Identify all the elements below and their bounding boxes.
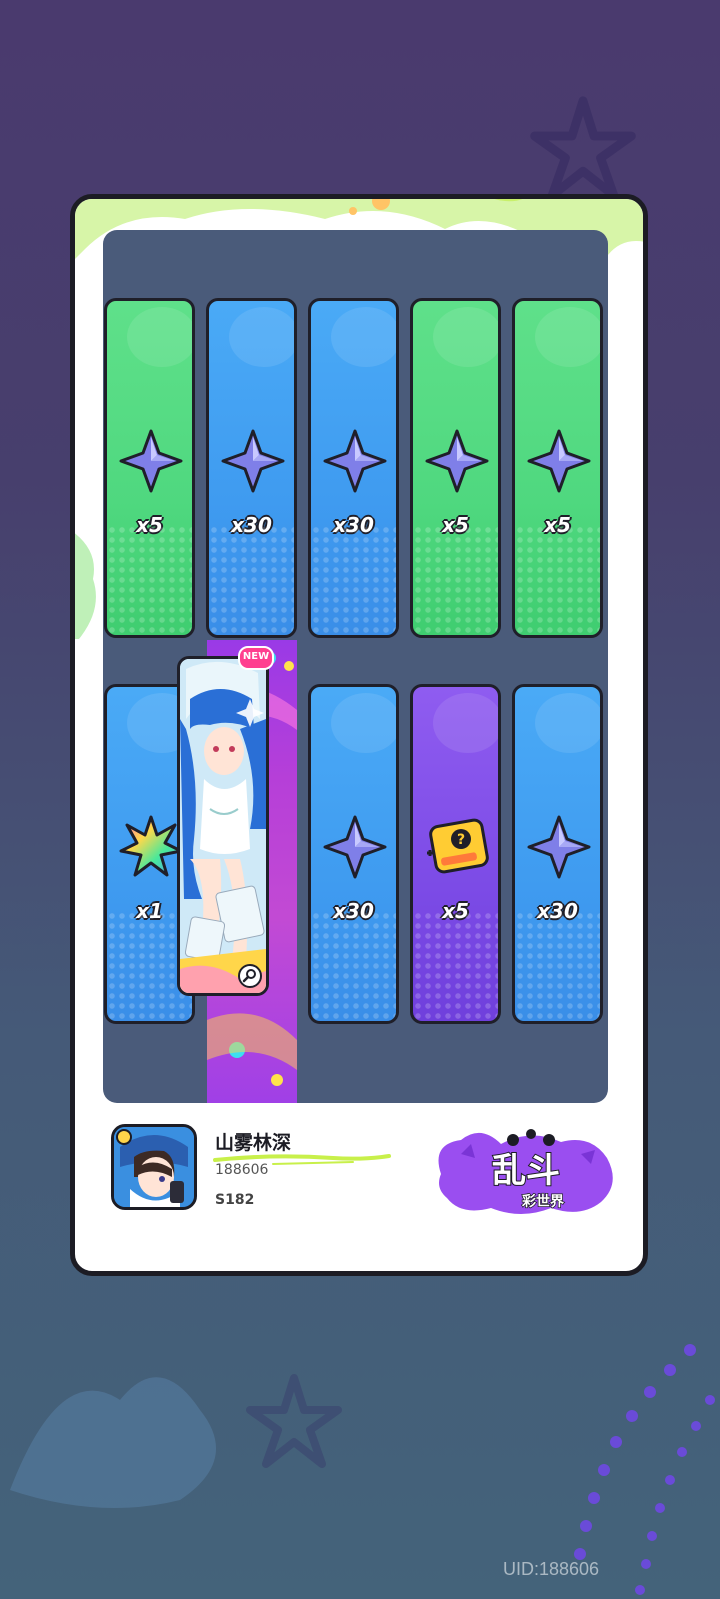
tile-paint-splat (535, 307, 600, 367)
tile-halftone (311, 525, 396, 635)
reward-tile[interactable]: x30 (308, 684, 399, 1024)
star-crystal-icon (323, 429, 387, 493)
reward-tile[interactable]: x5 (512, 298, 603, 638)
player-username: 山雾林深 (215, 1133, 292, 1154)
uid-label: UID:188606 (503, 1559, 600, 1579)
avatar-portrait (114, 1127, 194, 1207)
reward-tile[interactable]: x5 (410, 298, 501, 638)
tile-halftone (107, 525, 192, 635)
character-illustration (180, 659, 266, 993)
magnify-icon[interactable] (238, 964, 262, 988)
star-crystal-icon (527, 815, 591, 879)
featured-character-card[interactable] (177, 656, 269, 996)
mystery-ticket-icon: ? (427, 818, 489, 874)
tile-paint-splat (229, 307, 294, 367)
tile-paint-splat (331, 307, 396, 367)
logo-title: 乱斗 (492, 1151, 560, 1191)
svg-text:?: ? (457, 832, 465, 848)
tile-halftone (413, 525, 498, 635)
tile-paint-splat (433, 693, 498, 753)
game-logo: 乱斗 彩世界 (438, 1129, 613, 1214)
star-crystal-icon (323, 815, 387, 879)
logo-subtitle: 彩世界 (521, 1193, 565, 1210)
tile-paint-splat (331, 693, 396, 753)
star-crystal-icon (425, 429, 489, 493)
player-id: 188606 (215, 1162, 269, 1178)
reward-tile[interactable]: x5 (104, 298, 195, 638)
player-profile: 山雾林深 188606 S182 乱斗 彩世界 (111, 1124, 621, 1224)
server-label: S182 (215, 1192, 255, 1208)
tile-halftone (515, 911, 600, 1021)
new-badge: NEW (238, 646, 274, 670)
reward-tile[interactable]: x30 (512, 684, 603, 1024)
tile-halftone (515, 525, 600, 635)
reward-tile[interactable]: x30 (308, 298, 399, 638)
tile-halftone (311, 911, 396, 1021)
background-splash (10, 1377, 216, 1508)
tile-paint-splat (127, 307, 192, 367)
reward-tile[interactable]: ? x5 (410, 684, 501, 1024)
rainbow-leaf-icon (119, 815, 183, 877)
background-star-doodle (530, 96, 636, 200)
reward-card-frame: x5 x30 x30 (70, 194, 648, 1276)
tile-paint-splat (433, 307, 498, 367)
tile-halftone (413, 911, 498, 1021)
star-crystal-icon (221, 429, 285, 493)
star-crystal-icon (119, 429, 183, 493)
avatar[interactable] (111, 1124, 197, 1210)
tile-halftone (209, 525, 294, 635)
star-crystal-icon (527, 429, 591, 493)
tile-paint-splat (535, 693, 600, 753)
reward-tile[interactable]: x30 (206, 298, 297, 638)
